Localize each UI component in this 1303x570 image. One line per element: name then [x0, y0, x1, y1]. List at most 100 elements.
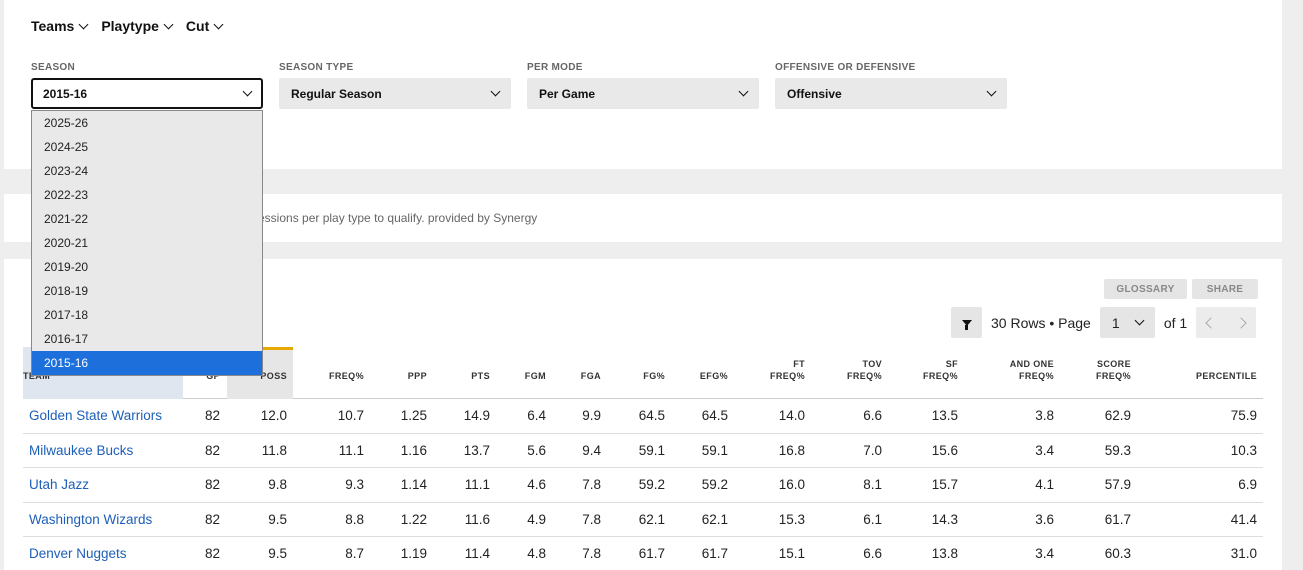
header-score-line2: FREQ%	[1095, 371, 1131, 381]
season-option[interactable]: 2015-16	[32, 351, 262, 375]
team-link[interactable]: Utah Jazz	[29, 477, 89, 492]
cell-fga: 9.4	[582, 442, 601, 458]
cut-menu-label: Cut	[185, 18, 210, 34]
cell-fgpct: 59.2	[638, 477, 665, 492]
table-row: Denver Nuggets 82 9.5 8.7 1.19 11.4 4.8 7.8 61.7…	[23, 537, 1263, 570]
header-ft-line2: FREQ%	[769, 371, 805, 381]
cell-freq: 9.3	[345, 477, 364, 492]
team-link[interactable]: Washington Wizards	[29, 512, 152, 527]
cell-gp: 82	[204, 408, 220, 423]
previous-page-icon[interactable]	[1205, 316, 1217, 329]
header-sf-line2: FREQ%	[922, 371, 958, 381]
cell-fgm: 6.4	[527, 408, 546, 423]
cell-fgm: 4.6	[527, 477, 546, 492]
cell-percentile: 6.9	[1238, 477, 1257, 492]
page-select[interactable]: 1	[1099, 307, 1155, 338]
cell-andone: 3.8	[1035, 408, 1054, 423]
cell-poss: 9.5	[268, 511, 287, 527]
cell-tov: 7.0	[863, 442, 882, 458]
season-option[interactable]: 2021-22	[32, 207, 262, 231]
cell-pts: 14.9	[463, 408, 490, 423]
page-count-text: of 1	[1163, 314, 1188, 331]
per-mode-select[interactable]: Per Game	[527, 78, 759, 109]
header-percentile[interactable]: PERCENTILE	[1196, 370, 1257, 382]
header-fga[interactable]: FGA	[581, 370, 601, 382]
cell-score: 61.7	[1104, 511, 1131, 527]
cell-pts: 11.4	[464, 546, 490, 561]
off-def-select[interactable]: Offensive	[775, 78, 1007, 109]
cell-tov: 6.6	[863, 546, 882, 561]
cell-fga: 7.8	[582, 546, 601, 561]
header-tov-freq[interactable]: TOV FREQ%	[847, 358, 882, 382]
season-option[interactable]: 2016-17	[32, 327, 262, 351]
cell-tov: 8.1	[863, 477, 882, 492]
season-option[interactable]: 2018-19	[32, 279, 262, 303]
season-option[interactable]: 2017-18	[32, 303, 262, 327]
team-link[interactable]: Denver Nuggets	[29, 546, 127, 561]
header-sf-freq[interactable]: SF FREQ%	[923, 358, 958, 382]
team-link[interactable]: Golden State Warriors	[29, 408, 162, 423]
header-efgpct[interactable]: EFG%	[700, 370, 728, 382]
season-option[interactable]: 2025-26	[32, 111, 262, 135]
cell-pts: 11.6	[464, 511, 490, 527]
season-value: 2015-16	[43, 86, 88, 101]
teams-menu[interactable]: Teams	[31, 18, 89, 34]
per-mode-label: PER MODE	[527, 62, 583, 73]
playtype-menu[interactable]: Playtype	[101, 18, 174, 34]
season-option[interactable]: 2023-24	[32, 159, 262, 183]
table-row: Washington Wizards 82 9.5 8.8 1.22 11.6 4.9 7.8…	[23, 503, 1263, 537]
cell-poss: 11.8	[261, 442, 287, 458]
season-label: SEASON	[31, 62, 76, 73]
table-row: Golden State Warriors 82 12.0 10.7 1.25 14.9 6…	[23, 399, 1263, 434]
cell-fgm: 4.8	[527, 546, 546, 561]
playtype-menu-label: Playtype	[101, 18, 159, 34]
team-link[interactable]: Milwaukee Bucks	[29, 443, 133, 458]
per-mode-value: Per Game	[539, 86, 596, 101]
header-score-freq[interactable]: SCORE FREQ%	[1096, 358, 1131, 382]
cell-fga: 7.8	[582, 477, 601, 492]
chevron-down-icon	[242, 86, 253, 97]
next-page-icon[interactable]	[1235, 316, 1247, 329]
cell-andone: 3.4	[1035, 546, 1054, 561]
cell-andone: 4.1	[1035, 477, 1054, 492]
season-type-filter: SEASON TYPE Regular Season	[279, 62, 511, 109]
page-value: 1	[1111, 314, 1120, 331]
cell-ft: 15.1	[778, 546, 805, 561]
cell-ppp: 1.22	[400, 511, 427, 527]
cell-score: 60.3	[1104, 546, 1131, 561]
header-fgm[interactable]: FGM	[525, 370, 546, 382]
chevron-down-icon	[163, 19, 174, 29]
chevron-down-icon	[78, 19, 89, 29]
filter-icon	[961, 319, 972, 330]
chevron-down-icon	[738, 86, 749, 97]
off-def-label: OFFENSIVE OR DEFENSIVE	[775, 62, 916, 73]
page-nav	[1196, 307, 1257, 338]
season-option[interactable]: 2024-25	[32, 135, 262, 159]
season-option[interactable]: 2019-20	[32, 255, 262, 279]
cell-tov: 6.1	[863, 511, 882, 527]
cell-fgm: 5.6	[527, 442, 546, 458]
cell-fga: 7.8	[582, 511, 601, 527]
share-button[interactable]: SHARE	[1192, 279, 1258, 299]
header-pts[interactable]: PTS	[471, 370, 490, 382]
filter-button[interactable]	[951, 307, 982, 338]
cut-menu[interactable]: Cut	[185, 18, 224, 34]
header-freq[interactable]: FREQ%	[329, 370, 364, 382]
header-ft-freq[interactable]: FT FREQ%	[770, 358, 805, 382]
per-mode-filter: PER MODE Per Game	[527, 62, 759, 109]
cell-efgpct: 59.1	[701, 442, 728, 458]
season-option[interactable]: 2020-21	[32, 231, 262, 255]
cell-efgpct: 64.5	[701, 408, 728, 423]
season-select[interactable]: 2015-16	[31, 78, 263, 109]
cell-freq: 11.1	[338, 442, 364, 458]
season-option[interactable]: 2022-23	[32, 183, 262, 207]
chevron-down-icon	[213, 19, 224, 29]
qualification-note: essions per play type to qualify. provid…	[258, 211, 538, 225]
header-ppp[interactable]: PPP	[408, 370, 427, 382]
header-andone-freq[interactable]: AND ONE FREQ%	[1010, 358, 1054, 382]
header-ft-line1: FT	[793, 359, 805, 369]
glossary-button[interactable]: GLOSSARY	[1104, 279, 1187, 299]
season-type-select[interactable]: Regular Season	[279, 78, 511, 109]
header-fgpct[interactable]: FG%	[643, 370, 665, 382]
header-poss[interactable]: POSS	[260, 370, 287, 382]
